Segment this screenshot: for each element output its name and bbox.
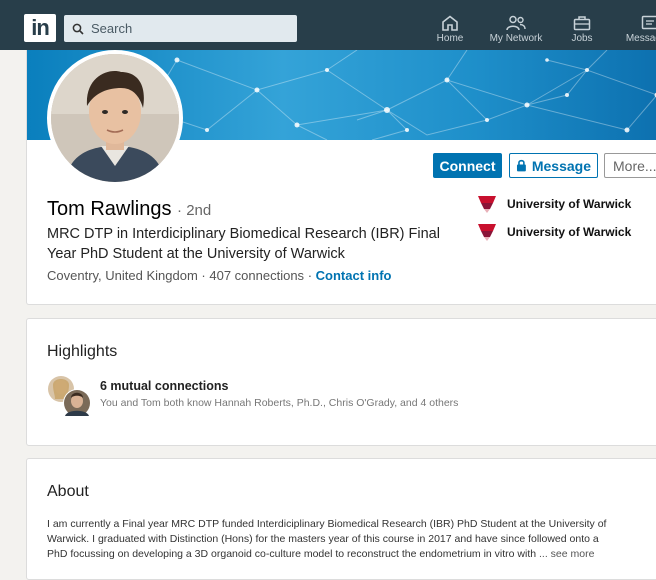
separator: · [308, 268, 312, 283]
profile-location: Coventry, United Kingdom [47, 268, 198, 283]
profile-location-line: Coventry, United Kingdom · 407 connectio… [47, 268, 391, 283]
profile-name-line: Tom Rawlings · 2nd [47, 198, 211, 221]
messaging-icon [641, 15, 656, 31]
nav-my-network-label: My Network [490, 33, 543, 44]
see-more-link[interactable]: ... see more [539, 548, 594, 560]
message-button-label: Message [532, 158, 591, 174]
profile-name: Tom Rawlings [47, 198, 171, 220]
search-input[interactable] [89, 20, 283, 37]
mutual-connections-description: You and Tom both know Hannah Roberts, Ph… [100, 397, 458, 409]
search-icon [72, 23, 84, 35]
nav-home-label: Home [437, 33, 464, 44]
home-icon [441, 15, 459, 31]
network-icon [505, 15, 527, 31]
nav-jobs-label: Jobs [571, 33, 592, 44]
search-box[interactable] [64, 15, 297, 42]
nav-messaging-label: Messaging [626, 33, 656, 44]
about-line: I am currently a Final year MRC DTP fund… [47, 517, 656, 532]
message-button[interactable]: Message [509, 153, 598, 178]
profile-avatar[interactable] [47, 50, 183, 186]
education-item[interactable]: University of Warwick [477, 223, 631, 241]
nav-home[interactable]: Home [430, 15, 470, 49]
highlights-card: Highlights 6 mutual connections You and … [26, 318, 656, 446]
linkedin-logo[interactable]: in [24, 14, 56, 42]
more-button[interactable]: More... [604, 153, 656, 178]
lock-icon [516, 159, 527, 172]
mutual-connection-avatars[interactable] [47, 375, 95, 419]
about-line: PhD focussing on developing a 3D organoi… [47, 548, 536, 560]
about-text: I am currently a Final year MRC DTP fund… [47, 517, 656, 562]
mutual-connections-link[interactable]: 6 mutual connections [100, 379, 229, 393]
nav-my-network[interactable]: My Network [484, 15, 548, 49]
nav-messaging[interactable]: Messaging [620, 15, 656, 49]
university-of-warwick-logo-icon [477, 195, 497, 213]
education-name: University of Warwick [507, 197, 631, 211]
separator: · [201, 268, 205, 283]
connections-count[interactable]: 407 connections [209, 268, 304, 283]
profile-photo [51, 54, 179, 182]
connect-button[interactable]: Connect [433, 153, 502, 178]
connection-degree: · 2nd [177, 202, 211, 219]
about-title: About [47, 483, 89, 501]
highlights-title: Highlights [47, 343, 117, 361]
university-of-warwick-logo-icon [477, 223, 497, 241]
education-item[interactable]: University of Warwick [477, 195, 631, 213]
about-line: Warwick. I graduated with Distinction (H… [47, 532, 656, 547]
nav-jobs[interactable]: Jobs [565, 15, 599, 49]
contact-info-link[interactable]: Contact info [316, 268, 392, 283]
profile-card: Connect Message More... Tom Rawlings · 2… [26, 50, 656, 305]
top-nav-bar: in Home My Network Jobs [0, 0, 656, 50]
profile-headline: MRC DTP in Interdiciplinary Biomedical R… [47, 224, 447, 264]
education-name: University of Warwick [507, 225, 631, 239]
about-line-last: PhD focussing on developing a 3D organoi… [47, 547, 656, 562]
mutual-avatar-stack [47, 375, 95, 419]
jobs-icon [573, 15, 591, 31]
